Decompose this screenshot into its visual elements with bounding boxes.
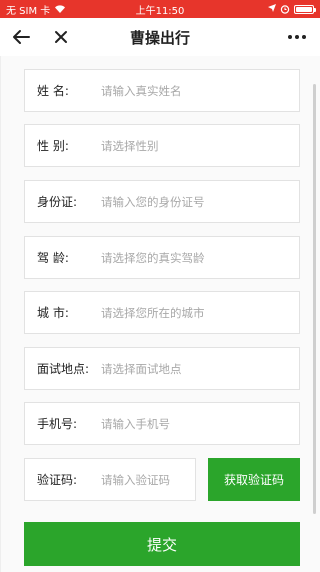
location-icon xyxy=(268,4,276,12)
back-button[interactable] xyxy=(6,22,36,52)
driving-years-placeholder: 请选择您的真实驾龄 xyxy=(101,250,205,265)
more-horizontal-icon xyxy=(288,35,306,39)
status-bar: 无 SIM 卡 上午11:50 xyxy=(0,0,320,18)
id-card-label: 身份证: xyxy=(37,195,78,209)
phone-label: 手机号: xyxy=(37,417,78,431)
verification-code-field[interactable]: 验证码: 请输入验证码 xyxy=(24,458,196,501)
battery-icon xyxy=(294,4,316,14)
carrier-text: 无 SIM 卡 xyxy=(6,5,51,17)
nav-bar: 曹操出行 xyxy=(0,18,320,56)
name-placeholder: 请输入真实姓名 xyxy=(101,83,182,98)
scrollbar[interactable] xyxy=(313,84,316,514)
submit-button[interactable]: 提交 xyxy=(24,522,300,566)
gender-field[interactable]: 性 别: 请选择性别 xyxy=(24,124,300,167)
status-left: 无 SIM 卡 xyxy=(6,2,66,17)
driving-years-label: 驾 龄: xyxy=(37,251,69,265)
code-label: 验证码: xyxy=(37,473,78,487)
name-label: 姓 名: xyxy=(37,84,69,98)
close-icon xyxy=(55,31,67,43)
alarm-icon xyxy=(280,5,290,14)
id-card-placeholder: 请输入您的身份证号 xyxy=(101,194,205,209)
city-label: 城 市: xyxy=(37,306,69,320)
interview-location-label: 面试地点: xyxy=(37,362,90,376)
interview-location-field[interactable]: 面试地点: 请选择面试地点 xyxy=(24,347,300,390)
gender-placeholder: 请选择性别 xyxy=(101,138,159,153)
wifi-icon xyxy=(55,5,66,13)
battery-level xyxy=(296,6,312,12)
id-card-field[interactable]: 身份证: 请输入您的身份证号 xyxy=(24,180,300,223)
name-field[interactable]: 姓 名: 请输入真实姓名 xyxy=(24,69,300,112)
gender-label: 性 别: xyxy=(37,139,69,153)
code-placeholder: 请输入验证码 xyxy=(101,472,170,487)
interview-location-placeholder: 请选择面试地点 xyxy=(101,361,182,376)
phone-field[interactable]: 手机号: 请输入手机号 xyxy=(24,402,300,445)
city-placeholder: 请选择您所在的城市 xyxy=(101,305,205,320)
status-right xyxy=(268,4,316,14)
city-field[interactable]: 城 市: 请选择您所在的城市 xyxy=(24,291,300,334)
arrow-left-icon xyxy=(13,30,30,44)
get-code-button[interactable]: 获取验证码 xyxy=(208,458,300,501)
driving-years-field[interactable]: 驾 龄: 请选择您的真实驾龄 xyxy=(24,236,300,279)
more-button[interactable] xyxy=(282,22,312,52)
close-button[interactable] xyxy=(46,22,76,52)
phone-placeholder: 请输入手机号 xyxy=(101,416,170,431)
